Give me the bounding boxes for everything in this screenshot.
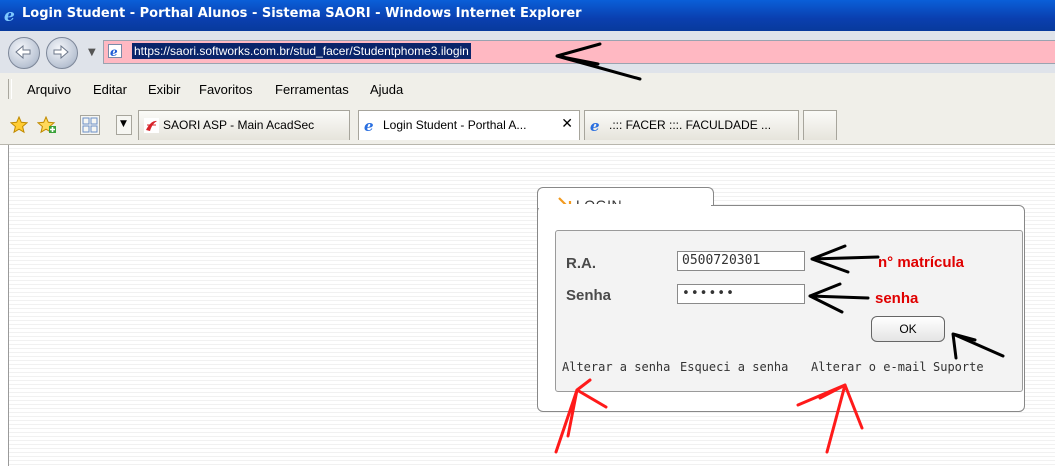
senha-input[interactable]: •••••• [677, 284, 805, 304]
ie-page-icon: e [590, 118, 600, 133]
tab-label: SAORI ASP - Main AcadSec [163, 118, 315, 132]
svg-text:e: e [110, 45, 118, 58]
suporte-link[interactable]: Suporte [933, 360, 984, 374]
ra-input[interactable]: 0500720301 [677, 251, 805, 271]
star-icon[interactable] [10, 116, 28, 134]
tab-saori-main[interactable]: SAORI ASP - Main AcadSec [138, 110, 350, 140]
svg-text:e: e [364, 118, 374, 133]
new-tab-button[interactable] [803, 110, 837, 140]
menu-favoritos[interactable]: Favoritos [199, 82, 252, 97]
alterar-email-link[interactable]: Alterar o e-mail [811, 360, 927, 374]
senha-annotation: senha [875, 290, 919, 307]
close-tab-icon[interactable]: ✕ [561, 116, 573, 132]
menu-exibir[interactable]: Exibir [148, 82, 181, 97]
svg-text:e: e [590, 118, 600, 133]
back-arrow-icon [15, 45, 31, 59]
esqueci-senha-link[interactable]: Esqueci a senha [680, 360, 788, 374]
chevron-down-icon: ▼ [120, 119, 127, 129]
menu-editar[interactable]: Editar [93, 82, 127, 97]
menu-bar: Arquivo Editar Exibir Favoritos Ferramen… [0, 73, 1055, 107]
url-field[interactable]: e https://saori.softworks.com.br/stud_fa… [103, 40, 1055, 64]
forward-arrow-icon [53, 45, 69, 59]
ie-icon: e [4, 6, 15, 24]
ra-label: R.A. [566, 255, 596, 272]
senha-label: Senha [566, 287, 612, 304]
ok-button[interactable]: OK [871, 316, 945, 342]
tab-bar: ▼ SAORI ASP - Main AcadSec e Login Stude… [0, 106, 1055, 145]
page-icon: e [108, 44, 122, 58]
url-text[interactable]: https://saori.softworks.com.br/stud_face… [132, 43, 471, 59]
alterar-senha-link[interactable]: Alterar a senha [562, 360, 670, 374]
menu-ajuda[interactable]: Ajuda [370, 82, 403, 97]
history-dropdown-icon[interactable]: ▼ [88, 47, 96, 58]
menu-ferramentas[interactable]: Ferramentas [275, 82, 349, 97]
back-button[interactable] [8, 37, 40, 69]
ra-annotation: n° matrícula [878, 254, 965, 271]
tab-login-student[interactable]: e Login Student - Porthal A... ✕ [358, 110, 580, 140]
svg-text:e: e [4, 6, 15, 24]
menu-arquivo[interactable]: Arquivo [27, 82, 71, 97]
tab-label: Login Student - Porthal A... [383, 118, 527, 132]
quick-tabs-icon[interactable] [80, 115, 100, 135]
panel-join [538, 204, 711, 208]
tab-list-button[interactable]: ▼ [116, 115, 132, 135]
saori-favicon-icon [144, 118, 159, 133]
tab-facer[interactable]: e .::: FACER :::. FACULDADE ... [584, 110, 799, 140]
ie-page-icon: e [364, 118, 374, 133]
window-titlebar: e Login Student - Porthal Alunos - Siste… [0, 0, 1055, 31]
toolbar-grip [8, 79, 12, 99]
window-title: Login Student - Porthal Alunos - Sistema… [22, 6, 582, 21]
forward-button[interactable] [46, 37, 78, 69]
tab-label: .::: FACER :::. FACULDADE ... [609, 118, 772, 132]
address-toolbar: ▼ e https://saori.softworks.com.br/stud_… [0, 31, 1055, 74]
add-favorites-icon[interactable] [37, 116, 57, 134]
